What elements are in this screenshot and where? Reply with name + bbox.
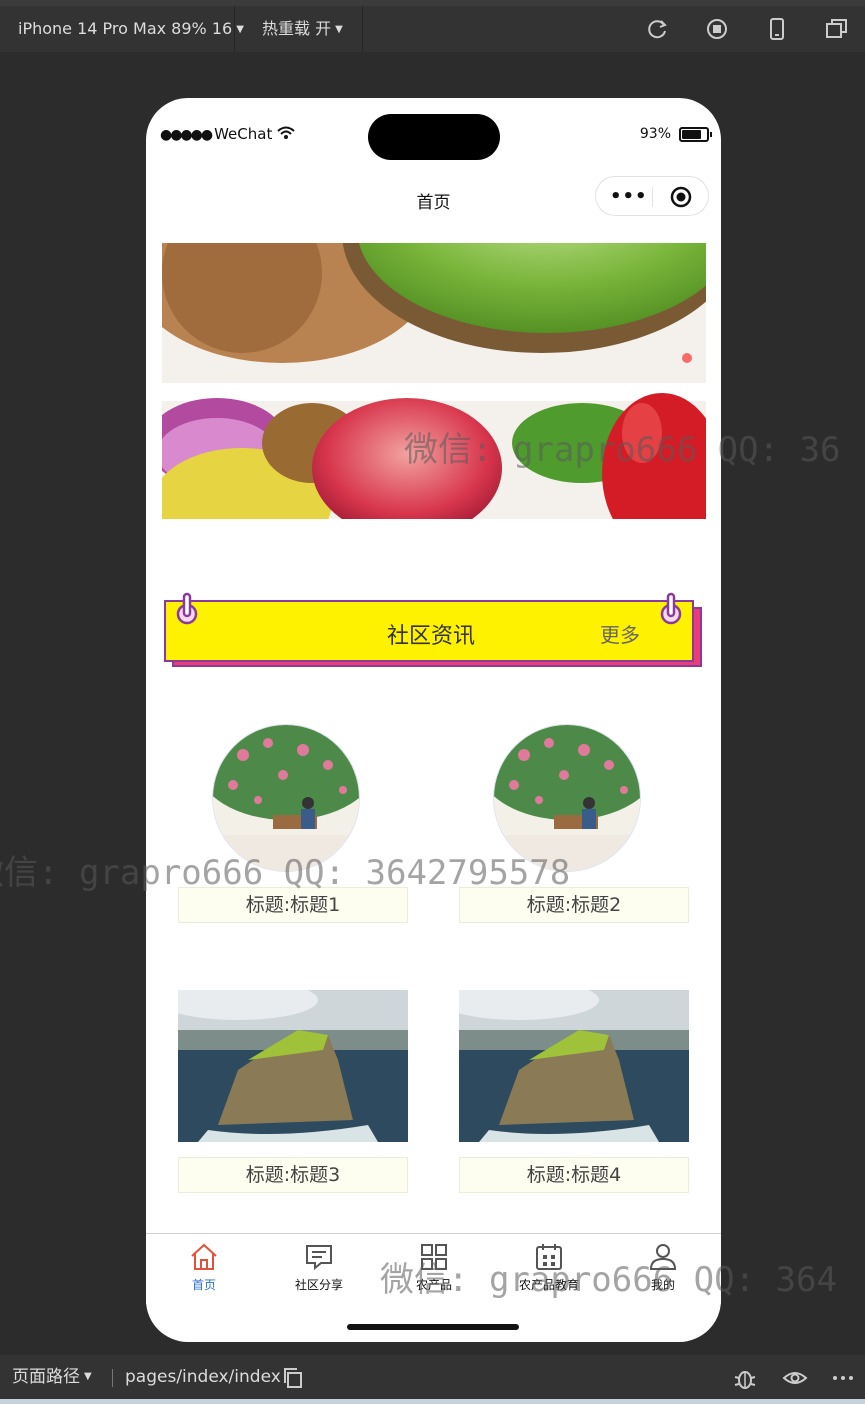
status-bar: ●●●●● WeChat 93% [146, 98, 721, 168]
bottom-edge [0, 1399, 865, 1404]
dynamic-island [368, 114, 500, 160]
tab-label: 农产品 [415, 1278, 452, 1292]
card-image[interactable] [459, 990, 689, 1142]
tab-home[interactable]: 首页 [164, 1242, 244, 1293]
tab-community[interactable]: 社区分享 [279, 1242, 359, 1293]
carrier: ●●●●● WeChat [160, 125, 295, 143]
section-header: 社区资讯 更多 [164, 592, 704, 672]
copy-icon[interactable] [280, 1365, 306, 1391]
card-title[interactable]: 标题:标题1 [178, 887, 408, 923]
tab-label: 农产品教育 [518, 1278, 579, 1292]
tab-label: 首页 [191, 1278, 216, 1292]
caret-down-icon: ▼ [335, 23, 343, 35]
swiper-indicator-dot[interactable] [682, 353, 692, 363]
home-indicator[interactable] [347, 1324, 519, 1330]
caret-down-icon: ▼ [84, 1371, 92, 1382]
battery-tip [710, 131, 712, 137]
window-icon[interactable] [824, 16, 850, 42]
fruit-banner-image [162, 243, 706, 519]
signal-icon: ●●●●● [160, 127, 213, 143]
tab-label: 我的 [650, 1278, 675, 1292]
card-title[interactable]: 标题:标题4 [459, 1157, 689, 1193]
wifi-icon [277, 126, 295, 139]
more-icon[interactable]: ••• [610, 186, 648, 207]
banner-swiper[interactable] [162, 243, 706, 519]
tab-products[interactable]: 农产品 [394, 1242, 474, 1293]
tab-bar: 首页 社区分享 农产品 农产品教育 我的 [146, 1233, 721, 1304]
menu-capsule[interactable]: ••• [595, 176, 709, 216]
section-header-box: 社区资讯 更多 [164, 600, 694, 662]
card-image [493, 724, 641, 872]
chat-icon [306, 1245, 332, 1271]
grid-icon [421, 1244, 447, 1270]
devtools-toolbar: iPhone 14 Pro Max 89% 16 ▼ 热重载 开 ▼ [0, 0, 865, 52]
garden-illustration [494, 725, 640, 871]
phone-icon[interactable] [764, 16, 790, 42]
battery-fill [682, 129, 701, 139]
user-icon [649, 1244, 677, 1270]
toolbar-divider [362, 6, 363, 52]
home-icon [191, 1243, 217, 1270]
phone-simulator: ●●●●● WeChat 93% 首页 ••• 社区资讯 更多 标题:标题1 标… [146, 98, 721, 1342]
refresh-icon[interactable] [644, 16, 670, 42]
record-icon[interactable] [704, 16, 730, 42]
nav-bar: 首页 ••• [146, 176, 721, 226]
binder-ring-icon [660, 592, 682, 625]
more-link[interactable]: 更多 [600, 619, 640, 648]
garden-illustration [213, 725, 359, 871]
sea-cliff-photo [459, 990, 689, 1142]
devtools-bottom-bar: 页面路径 ▼ pages/index/index [0, 1355, 865, 1404]
toolbar-divider [234, 6, 235, 52]
page-path: pages/index/index [125, 1367, 281, 1387]
card-title[interactable]: 标题:标题3 [178, 1157, 408, 1193]
device-selector[interactable]: iPhone 14 Pro Max 89% 16 ▼ [18, 6, 244, 52]
caret-down-icon: ▼ [236, 23, 244, 35]
more-icon[interactable] [830, 1365, 856, 1391]
tab-education[interactable]: 农产品教育 [509, 1242, 589, 1293]
calendar-icon [536, 1244, 562, 1270]
card-image [212, 724, 360, 872]
eye-icon[interactable] [782, 1365, 808, 1391]
card-title[interactable]: 标题:标题2 [459, 887, 689, 923]
battery-icon [679, 126, 712, 142]
tab-label: 社区分享 [294, 1278, 343, 1292]
tab-mine[interactable]: 我的 [623, 1242, 703, 1293]
close-miniprogram-icon[interactable] [670, 186, 692, 208]
bug-icon[interactable] [732, 1365, 758, 1391]
card-image[interactable] [178, 990, 408, 1142]
page-path-label[interactable]: 页面路径 ▼ [12, 1355, 92, 1399]
sea-cliff-photo [178, 990, 408, 1142]
battery-status: 93% [640, 126, 712, 142]
bottom-divider [112, 1369, 113, 1387]
hot-reload-toggle[interactable]: 热重载 开 ▼ [262, 6, 343, 52]
binder-ring-icon [176, 592, 198, 625]
capsule-divider [652, 187, 653, 207]
